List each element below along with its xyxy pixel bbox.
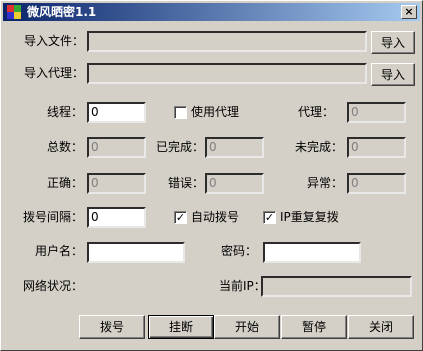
done-field: 0 <box>205 137 264 158</box>
current-ip-field <box>261 276 412 297</box>
total-field: 0 <box>87 137 146 158</box>
auto-dial-checkbox[interactable]: ✓ <box>174 211 187 224</box>
network-status-label: 网络状况： <box>23 279 84 293</box>
done-label: 已完成： <box>156 140 205 154</box>
ip-repeat-label: IP重复复拨 <box>280 210 339 224</box>
check-icon: ✓ <box>264 211 275 224</box>
error-label: 错误： <box>168 176 205 190</box>
auto-dial-label: 自动拨号 <box>191 210 240 224</box>
app-icon <box>7 5 21 19</box>
threads-input[interactable]: 0 <box>87 102 146 123</box>
hangup-button[interactable]: 挂断 <box>148 315 214 339</box>
abnormal-field: 0 <box>347 173 406 194</box>
undone-label: 未完成： <box>295 140 344 154</box>
title-bar[interactable]: 微风晒密1.1 × <box>3 3 420 21</box>
current-ip-label: 当前IP： <box>219 279 266 293</box>
abnormal-label: 异常： <box>307 176 344 190</box>
correct-label: 正确： <box>47 176 84 190</box>
start-button[interactable]: 开始 <box>214 315 280 339</box>
import-file-label: 导入文件： <box>24 34 85 48</box>
window-title: 微风晒密1.1 <box>27 5 97 19</box>
ip-repeat-checkbox[interactable]: ✓ <box>263 211 276 224</box>
dial-button[interactable]: 拨号 <box>79 315 145 339</box>
proxy-count-field: 0 <box>347 102 406 123</box>
pause-button[interactable]: 暂停 <box>281 315 347 339</box>
username-input[interactable] <box>87 242 185 263</box>
proxy-count-label: 代理： <box>298 105 335 119</box>
import-proxy-button[interactable]: 导入 <box>371 63 415 86</box>
import-proxy-label: 导入代理： <box>24 66 85 80</box>
error-field: 0 <box>205 173 264 194</box>
import-proxy-field[interactable] <box>87 63 367 84</box>
use-proxy-checkbox[interactable] <box>174 106 187 119</box>
username-label: 用户名： <box>35 244 84 258</box>
password-label: 密码： <box>221 244 258 258</box>
dial-interval-label: 拨号间隔： <box>23 210 84 224</box>
dial-interval-input[interactable]: 0 <box>87 207 146 228</box>
app-window: 微风晒密1.1 × 导入文件： 导入 导入代理： 导入 线程： 0 使用代理 代… <box>0 0 423 351</box>
use-proxy-label: 使用代理 <box>191 105 240 119</box>
close-button[interactable]: 关闭 <box>348 315 414 339</box>
close-window-button[interactable]: × <box>401 5 417 19</box>
close-icon: × <box>404 5 414 18</box>
undone-field: 0 <box>347 137 406 158</box>
password-input[interactable] <box>263 242 361 263</box>
import-file-button[interactable]: 导入 <box>371 31 415 54</box>
threads-label: 线程： <box>47 105 84 119</box>
import-file-field[interactable] <box>87 31 367 52</box>
check-icon: ✓ <box>175 211 186 224</box>
total-label: 总数： <box>47 140 84 154</box>
correct-field: 0 <box>87 173 146 194</box>
